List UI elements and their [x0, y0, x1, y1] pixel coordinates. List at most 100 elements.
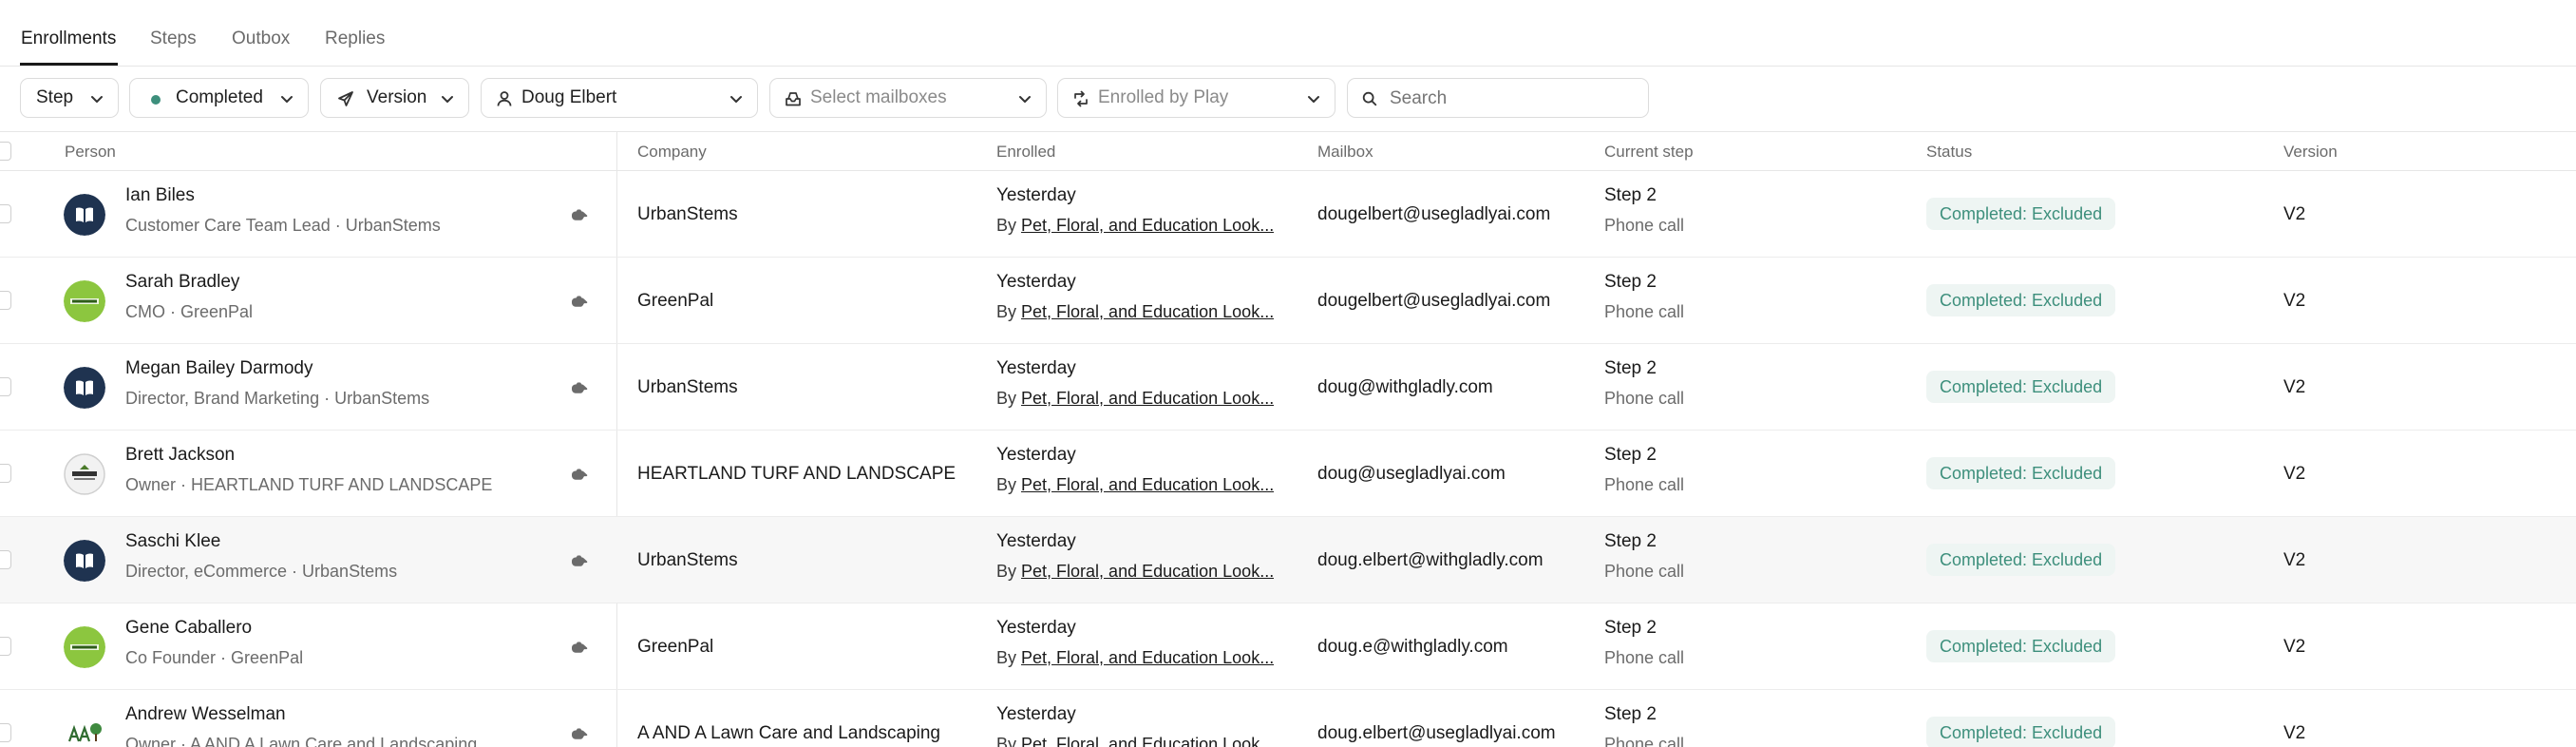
table-row[interactable]: Brett Jackson Owner · HEARTLAND TURF AND… [0, 431, 2576, 517]
search-icon [1362, 91, 1377, 106]
hand-wave-icon[interactable] [570, 380, 589, 395]
enrolled-by-play-link[interactable]: Pet, Floral, and Education Look... [1021, 389, 1274, 408]
mailbox-address: doug.elbert@usegladlyai.com [1317, 723, 1556, 743]
tab-enrollments[interactable]: Enrollments [21, 29, 116, 49]
company-name: GreenPal [637, 637, 714, 657]
person-name[interactable]: Gene Caballero [125, 618, 252, 639]
enrolled-by-play-link[interactable]: Pet, Floral, and Education Look... [1021, 216, 1274, 235]
table-row[interactable]: Andrew Wesselman Owner · A AND A Lawn Ca… [0, 690, 2576, 747]
enrolled-by: By Pet, Floral, and Education Look... [996, 216, 1274, 236]
mailbox-filter-placeholder: Select mailboxes [810, 87, 947, 107]
person-name[interactable]: Sarah Bradley [125, 272, 239, 293]
table-row[interactable]: Saschi Klee Director, eCommerce · UrbanS… [0, 517, 2576, 603]
step-filter[interactable]: Step [20, 78, 119, 118]
owner-filter[interactable]: Doug Elbert [481, 78, 758, 118]
enrolled-by-prefix: By [996, 216, 1017, 235]
hand-wave-icon[interactable] [570, 294, 589, 309]
person-title-company: Owner · HEARTLAND TURF AND LANDSCAPE [125, 475, 493, 494]
urbanstems-logo-icon [64, 194, 105, 236]
hand-wave-icon[interactable] [570, 467, 589, 482]
enrolled-by-filter[interactable]: Enrolled by Play [1057, 78, 1335, 118]
mailbox-address: doug@withgladly.com [1317, 377, 1493, 397]
hand-wave-icon[interactable] [570, 640, 589, 655]
chevron-down-icon [281, 96, 293, 103]
tab-steps[interactable]: Steps [150, 29, 197, 49]
enrolled-by: By Pet, Floral, and Education Look... [996, 735, 1274, 747]
enrolled-by-play-link[interactable]: Pet, Floral, and Education Look... [1021, 648, 1274, 667]
enrolled-by: By Pet, Floral, and Education Look... [996, 389, 1274, 409]
current-step: Step 2 [1604, 185, 1657, 205]
column-version[interactable]: Version [2283, 143, 2338, 162]
column-status[interactable]: Status [1926, 143, 1972, 162]
inbox-icon [786, 92, 801, 106]
version-value: V2 [2283, 637, 2306, 657]
current-step-type: Phone call [1604, 216, 1685, 235]
row-checkbox[interactable] [0, 723, 11, 742]
enrolled-by-play-link[interactable]: Pet, Floral, and Education Look... [1021, 475, 1274, 494]
hand-wave-icon[interactable] [570, 207, 589, 222]
person-name[interactable]: Saschi Klee [125, 531, 220, 552]
row-checkbox[interactable] [0, 550, 11, 569]
mailbox-address: doug.elbert@withgladly.com [1317, 550, 1544, 570]
person-title-company: Director, Brand Marketing · UrbanStems [125, 389, 430, 408]
enrolled-date: Yesterday [996, 531, 1076, 551]
person-title-company: Co Founder · GreenPal [125, 648, 304, 667]
column-enrolled[interactable]: Enrolled [996, 143, 1055, 162]
person-title-company: Director, eCommerce · UrbanStems [125, 562, 398, 581]
status-badge: Completed: Excluded [1926, 284, 2116, 316]
current-step: Step 2 [1604, 272, 1657, 292]
mailbox-address: dougelbert@usegladlyai.com [1317, 204, 1551, 224]
mailbox-filter[interactable]: Select mailboxes [769, 78, 1047, 118]
send-icon [338, 91, 353, 106]
enrolled-date: Yesterday [996, 358, 1076, 378]
step-filter-label: Step [36, 87, 74, 107]
enrolled-by-prefix: By [996, 302, 1017, 321]
greenpal-logo-icon [64, 626, 105, 668]
enrolled-by-play-link[interactable]: Pet, Floral, and Education Look... [1021, 735, 1274, 747]
current-step-type: Phone call [1604, 735, 1685, 747]
table-header: Person Company Enrolled Mailbox Current … [0, 131, 2576, 171]
version-filter[interactable]: Version [320, 78, 469, 118]
status-badge: Completed: Excluded [1926, 457, 2116, 489]
person-name[interactable]: Megan Bailey Darmody [125, 358, 313, 379]
urbanstems-logo-icon [64, 367, 105, 409]
status-filter[interactable]: Completed [129, 78, 309, 118]
person-name[interactable]: Andrew Wesselman [125, 704, 286, 725]
person-name[interactable]: Brett Jackson [125, 445, 235, 466]
owner-filter-label: Doug Elbert [521, 87, 617, 107]
aa-lawn-logo-icon [64, 713, 105, 747]
enrolled-by-play-link[interactable]: Pet, Floral, and Education Look... [1021, 562, 1274, 581]
hand-wave-icon[interactable] [570, 553, 589, 568]
current-step: Step 2 [1604, 358, 1657, 378]
select-all-checkbox[interactable] [0, 142, 11, 161]
mailbox-address: dougelbert@usegladlyai.com [1317, 291, 1551, 311]
version-value: V2 [2283, 464, 2306, 484]
row-checkbox[interactable] [0, 377, 11, 396]
column-company[interactable]: Company [637, 143, 707, 162]
column-current-step[interactable]: Current step [1604, 143, 1694, 162]
person-name[interactable]: Ian Biles [125, 185, 195, 206]
column-person[interactable]: Person [65, 143, 116, 162]
row-checkbox[interactable] [0, 204, 11, 223]
enrolled-date: Yesterday [996, 445, 1076, 465]
enrolled-by-play-link[interactable]: Pet, Floral, and Education Look... [1021, 302, 1274, 321]
enrolled-by-prefix: By [996, 648, 1017, 667]
table-row[interactable]: Sarah Bradley CMO · GreenPal GreenPal Ye… [0, 258, 2576, 344]
enrolled-date: Yesterday [996, 185, 1076, 205]
chevron-down-icon [442, 96, 453, 103]
hand-wave-icon[interactable] [570, 726, 589, 741]
row-checkbox[interactable] [0, 291, 11, 310]
search-input[interactable] [1390, 86, 1637, 111]
enrolled-by: By Pet, Floral, and Education Look... [996, 648, 1274, 668]
current-step-type: Phone call [1604, 389, 1685, 408]
tab-outbox[interactable]: Outbox [232, 29, 290, 49]
table-row[interactable]: Megan Bailey Darmody Director, Brand Mar… [0, 344, 2576, 431]
column-mailbox[interactable]: Mailbox [1317, 143, 1373, 162]
table-row[interactable]: Gene Caballero Co Founder · GreenPal Gre… [0, 603, 2576, 690]
search-box[interactable] [1347, 78, 1649, 118]
row-checkbox[interactable] [0, 464, 11, 483]
row-checkbox[interactable] [0, 637, 11, 656]
tab-replies[interactable]: Replies [325, 29, 385, 49]
table-row[interactable]: Ian Biles Customer Care Team Lead · Urba… [0, 171, 2576, 258]
chevron-down-icon [1308, 96, 1319, 103]
